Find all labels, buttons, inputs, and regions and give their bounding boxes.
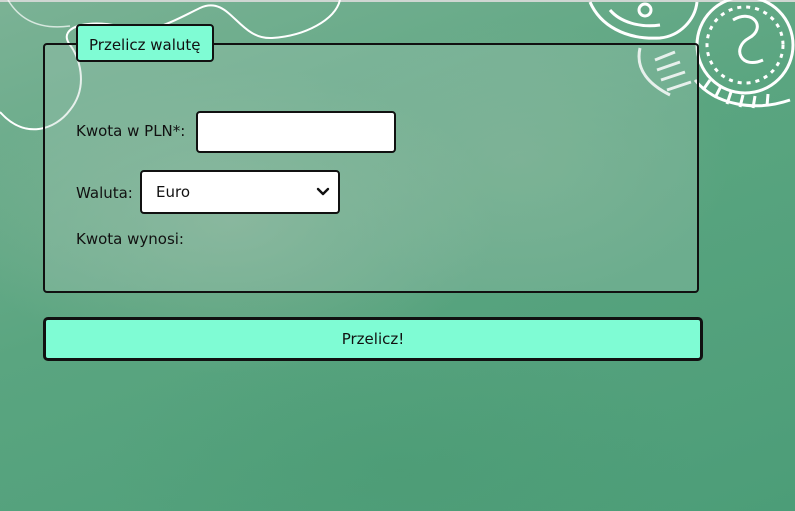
- amount-input[interactable]: [196, 111, 396, 153]
- chevron-down-icon: [316, 187, 330, 196]
- currency-form-fieldset: [43, 43, 699, 293]
- top-border-line: [0, 0, 795, 2]
- result-label: Kwota wynosi:: [76, 230, 184, 248]
- currency-select[interactable]: Euro: [140, 170, 340, 214]
- form-legend: Przelicz walutę: [76, 24, 214, 62]
- currency-selected-value: Euro: [156, 183, 190, 201]
- convert-button[interactable]: Przelicz!: [43, 317, 703, 361]
- amount-label: Kwota w PLN*:: [76, 122, 186, 140]
- currency-label: Waluta:: [76, 184, 133, 202]
